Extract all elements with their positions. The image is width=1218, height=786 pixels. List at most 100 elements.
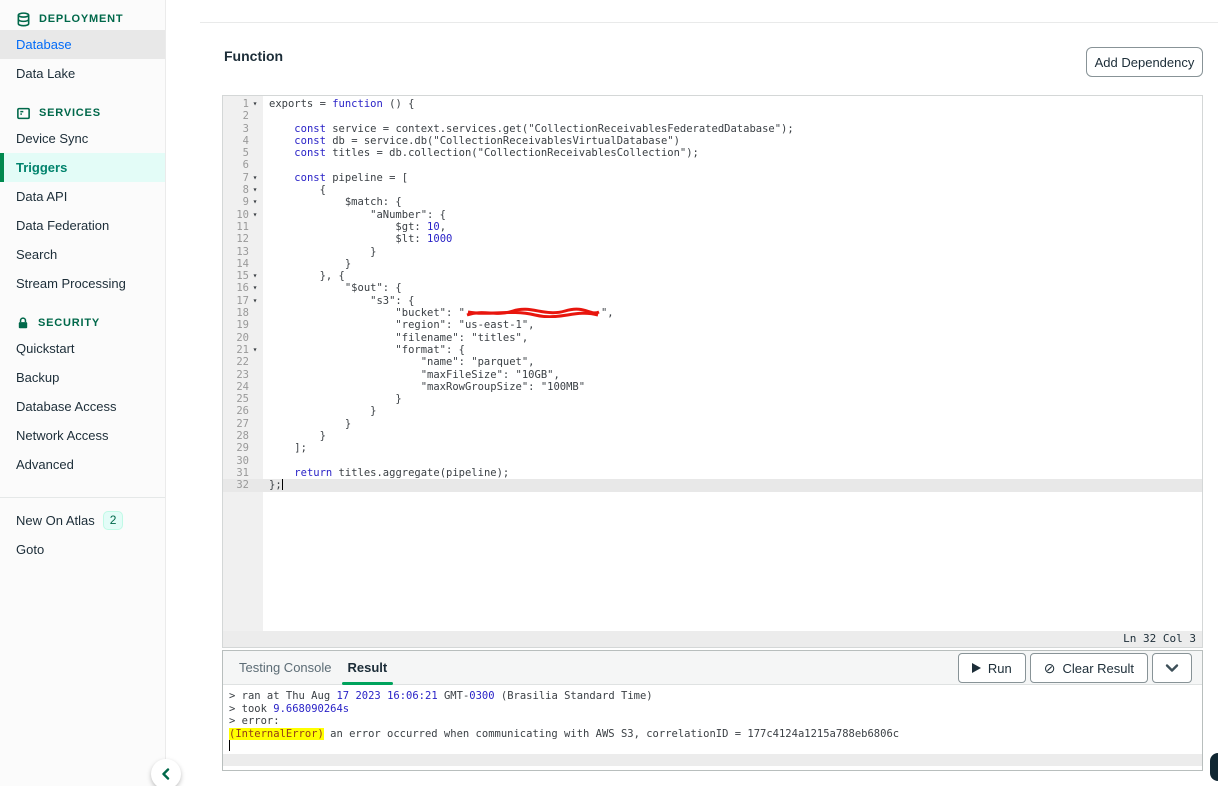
sidebar-item-database[interactable]: Database — [0, 30, 165, 59]
code-line[interactable]: 15▾ }, { — [223, 270, 1202, 282]
code-line[interactable]: 2 — [223, 110, 1202, 122]
sidebar-item-stream-processing[interactable]: Stream Processing — [0, 269, 165, 298]
code-line[interactable]: 13 } — [223, 246, 1202, 258]
sidebar-collapse-button[interactable] — [151, 759, 181, 786]
sidebar-item-database-access[interactable]: Database Access — [0, 392, 165, 421]
fold-arrow-icon[interactable]: ▾ — [249, 172, 261, 184]
sidebar-item-advanced[interactable]: Advanced — [0, 450, 165, 479]
code-line[interactable]: 32}; — [223, 479, 1202, 491]
sidebar-item-backup[interactable]: Backup — [0, 363, 165, 392]
line-number[interactable]: 17▾ — [223, 295, 263, 307]
code-line[interactable]: 3 const service = context.services.get("… — [223, 123, 1202, 135]
add-dependency-button[interactable]: Add Dependency — [1086, 47, 1203, 77]
sidebar-item-triggers[interactable]: Triggers — [0, 153, 165, 182]
code-text: exports = function () { — [263, 98, 414, 110]
tab-testing-console[interactable]: Testing Console — [239, 651, 332, 685]
clear-result-button[interactable]: ⊘ Clear Result — [1030, 653, 1148, 683]
lock-icon — [16, 316, 30, 330]
fold-arrow-icon[interactable]: ▾ — [249, 209, 261, 221]
line-number: 25 — [223, 393, 263, 405]
code-line[interactable]: 8▾ { — [223, 184, 1202, 196]
code-segment: "aNumber": { — [269, 209, 446, 221]
sidebar-item-data-lake[interactable]: Data Lake — [0, 59, 165, 88]
fold-arrow-icon[interactable]: ▾ — [249, 282, 261, 294]
code-line[interactable]: 14 } — [223, 258, 1202, 270]
code-line[interactable]: 10▾ "aNumber": { — [223, 209, 1202, 221]
line-number[interactable]: 1▾ — [223, 98, 263, 110]
code-line[interactable]: 11 $gt: 10, — [223, 221, 1202, 233]
code-line[interactable]: 24 "maxRowGroupSize": "100MB" — [223, 381, 1202, 393]
line-number[interactable]: 9▾ — [223, 196, 263, 208]
console-output[interactable]: > ran at Thu Aug 17 2023 16:06:21 GMT-03… — [223, 685, 1202, 753]
fold-placeholder — [249, 258, 261, 270]
code-line[interactable]: 21▾ "format": { — [223, 344, 1202, 356]
sidebar-item-network-access[interactable]: Network Access — [0, 421, 165, 450]
console-scrollbar-track[interactable] — [223, 754, 1202, 766]
code-text: { — [263, 184, 326, 196]
code-line[interactable]: 18 "bucket": "", — [223, 307, 1202, 319]
code-line[interactable]: 30 — [223, 455, 1202, 467]
code-line[interactable]: 16▾ "$out": { — [223, 282, 1202, 294]
code-line[interactable]: 9▾ $match: { — [223, 196, 1202, 208]
section-security: SECURITY — [0, 312, 165, 334]
code-line[interactable]: 5 const titles = db.collection("Collecti… — [223, 147, 1202, 159]
console-line: > ran at Thu Aug 17 2023 16:06:21 GMT-03… — [229, 690, 1196, 703]
code-line[interactable]: 31 return titles.aggregate(pipeline); — [223, 467, 1202, 479]
code-line[interactable]: 22 "name": "parquet", — [223, 356, 1202, 368]
code-line[interactable]: 27 } — [223, 418, 1202, 430]
sidebar-item-new-on-atlas[interactable]: New On Atlas 2 — [0, 506, 165, 535]
line-number: 19 — [223, 319, 263, 331]
code-line[interactable]: 26 } — [223, 405, 1202, 417]
section-title: DEPLOYMENT — [39, 13, 123, 25]
code-line[interactable]: 12 $lt: 1000 — [223, 233, 1202, 245]
code-segment: , — [440, 221, 446, 233]
fold-arrow-icon[interactable]: ▾ — [249, 184, 261, 196]
code-line[interactable]: 29 ]; — [223, 442, 1202, 454]
code-line[interactable]: 4 const db = service.db("CollectionRecei… — [223, 135, 1202, 147]
code-line[interactable]: 6 — [223, 159, 1202, 171]
fold-arrow-icon[interactable]: ▾ — [249, 98, 261, 110]
line-number[interactable]: 10▾ — [223, 209, 263, 221]
section-services: SERVICES — [0, 102, 165, 124]
run-button[interactable]: Run — [958, 653, 1026, 683]
fold-placeholder — [249, 233, 261, 245]
code-segment: }; — [269, 479, 282, 491]
console-line: > error: — [229, 715, 1196, 728]
line-number: 27 — [223, 418, 263, 430]
code-line[interactable]: 23 "maxFileSize": "10GB", — [223, 369, 1202, 381]
line-number[interactable]: 16▾ — [223, 282, 263, 294]
sidebar-item-data-api[interactable]: Data API — [0, 182, 165, 211]
code-editor[interactable]: 1▾exports = function () {23 const servic… — [222, 95, 1203, 648]
fold-arrow-icon[interactable]: ▾ — [249, 196, 261, 208]
code-line[interactable]: 1▾exports = function () { — [223, 98, 1202, 110]
sidebar-item-data-federation[interactable]: Data Federation — [0, 211, 165, 240]
fold-placeholder — [249, 332, 261, 344]
code-text: const pipeline = [ — [263, 172, 408, 184]
line-number: 29 — [223, 442, 263, 454]
line-number[interactable]: 7▾ — [223, 172, 263, 184]
sidebar-item-search[interactable]: Search — [0, 240, 165, 269]
line-number[interactable]: 8▾ — [223, 184, 263, 196]
sidebar-item-device-sync[interactable]: Device Sync — [0, 124, 165, 153]
code-line[interactable]: 25 } — [223, 393, 1202, 405]
code-segment: const — [294, 147, 326, 159]
code-line[interactable]: 20 "filename": "titles", — [223, 332, 1202, 344]
code-line[interactable]: 7▾ const pipeline = [ — [223, 172, 1202, 184]
tab-result[interactable]: Result — [348, 651, 388, 685]
code-line[interactable]: 17▾ "s3": { — [223, 295, 1202, 307]
line-number[interactable]: 21▾ — [223, 344, 263, 356]
fold-arrow-icon[interactable]: ▾ — [249, 344, 261, 356]
code-line[interactable]: 28 } — [223, 430, 1202, 442]
code-segment: $match: { — [269, 196, 402, 208]
line-number: 24 — [223, 381, 263, 393]
run-options-dropdown-button[interactable] — [1152, 653, 1192, 683]
widget-edge[interactable] — [1210, 753, 1218, 781]
fold-arrow-icon[interactable]: ▾ — [249, 270, 261, 282]
sidebar-item-goto[interactable]: Goto — [0, 535, 165, 564]
fold-arrow-icon[interactable]: ▾ — [249, 295, 261, 307]
sidebar-item-quickstart[interactable]: Quickstart — [0, 334, 165, 363]
code-line[interactable]: 19 "region": "us-east-1", — [223, 319, 1202, 331]
code-segment: > took — [229, 703, 273, 715]
line-number[interactable]: 15▾ — [223, 270, 263, 282]
code-segment — [269, 123, 294, 135]
